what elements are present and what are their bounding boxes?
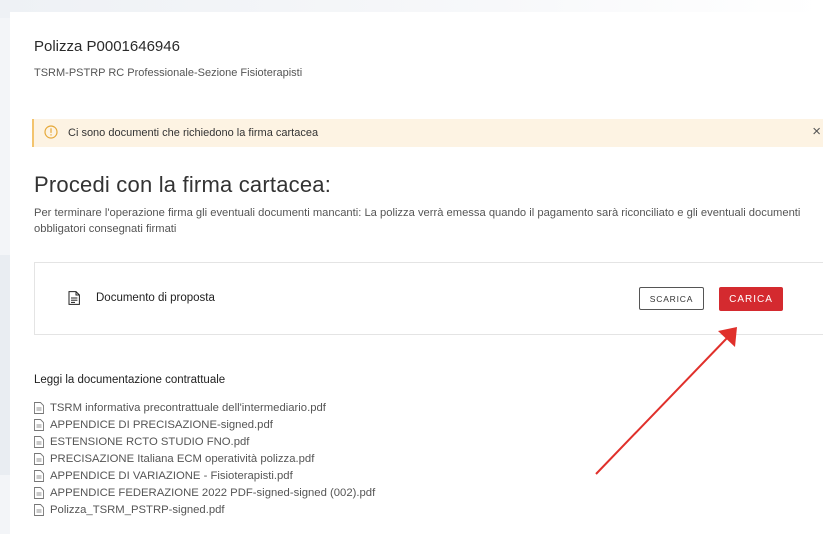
contract-docs-list: TSRM informativa precontrattuale dell'in…	[34, 399, 375, 518]
background-side	[0, 255, 10, 475]
download-button[interactable]: SCARICA	[639, 287, 704, 310]
policy-subtitle: TSRM-PSTRP RC Professionale-Sezione Fisi…	[34, 67, 303, 79]
alert-message: Ci sono documenti che richiedono la firm…	[68, 127, 319, 139]
file-icon	[34, 469, 44, 482]
file-name: APPENDICE DI VARIAZIONE - Fisioterapisti…	[50, 469, 293, 482]
policy-title: Polizza P0001646946	[34, 38, 180, 55]
file-icon	[34, 503, 44, 516]
file-icon	[34, 435, 44, 448]
upload-button[interactable]: CARICA	[719, 287, 783, 311]
document-row: Documento di proposta SCARICA CARICA	[34, 262, 823, 335]
paper-signature-alert: Ci sono documenti che richiedono la firm…	[32, 119, 823, 147]
file-icon	[34, 401, 44, 414]
info-circle-icon	[44, 125, 58, 139]
file-name: PRECISAZIONE Italiana ECM operatività po…	[50, 452, 315, 465]
file-name: APPENDICE DI PRECISAZIONE-signed.pdf	[50, 418, 273, 431]
file-link[interactable]: APPENDICE FEDERAZIONE 2022 PDF-signed-si…	[34, 484, 375, 501]
file-icon	[34, 486, 44, 499]
file-link[interactable]: PRECISAZIONE Italiana ECM operatività po…	[34, 450, 375, 467]
document-icon	[68, 291, 80, 305]
file-link[interactable]: APPENDICE DI PRECISAZIONE-signed.pdf	[34, 416, 375, 433]
file-link[interactable]: TSRM informativa precontrattuale dell'in…	[34, 399, 375, 416]
close-icon[interactable]: ×	[812, 123, 821, 140]
file-icon	[34, 452, 44, 465]
section-heading: Procedi con la firma cartacea:	[34, 172, 332, 197]
contract-docs-heading: Leggi la documentazione contrattuale	[34, 374, 226, 386]
document-name: Documento di proposta	[96, 292, 215, 304]
file-name: TSRM informativa precontrattuale dell'in…	[50, 401, 326, 414]
file-name: ESTENSIONE RCTO STUDIO FNO.pdf	[50, 435, 250, 448]
file-link[interactable]: ESTENSIONE RCTO STUDIO FNO.pdf	[34, 433, 375, 450]
policy-card: Polizza P0001646946 TSRM-PSTRP RC Profes…	[10, 12, 823, 534]
file-link[interactable]: APPENDICE DI VARIAZIONE - Fisioterapisti…	[34, 467, 375, 484]
file-icon	[34, 418, 44, 431]
file-link[interactable]: Polizza_TSRM_PSTRP-signed.pdf	[34, 501, 375, 518]
file-name: Polizza_TSRM_PSTRP-signed.pdf	[50, 503, 225, 516]
file-name: APPENDICE FEDERAZIONE 2022 PDF-signed-si…	[50, 486, 376, 499]
section-description: Per terminare l'operazione firma gli eve…	[34, 207, 801, 235]
